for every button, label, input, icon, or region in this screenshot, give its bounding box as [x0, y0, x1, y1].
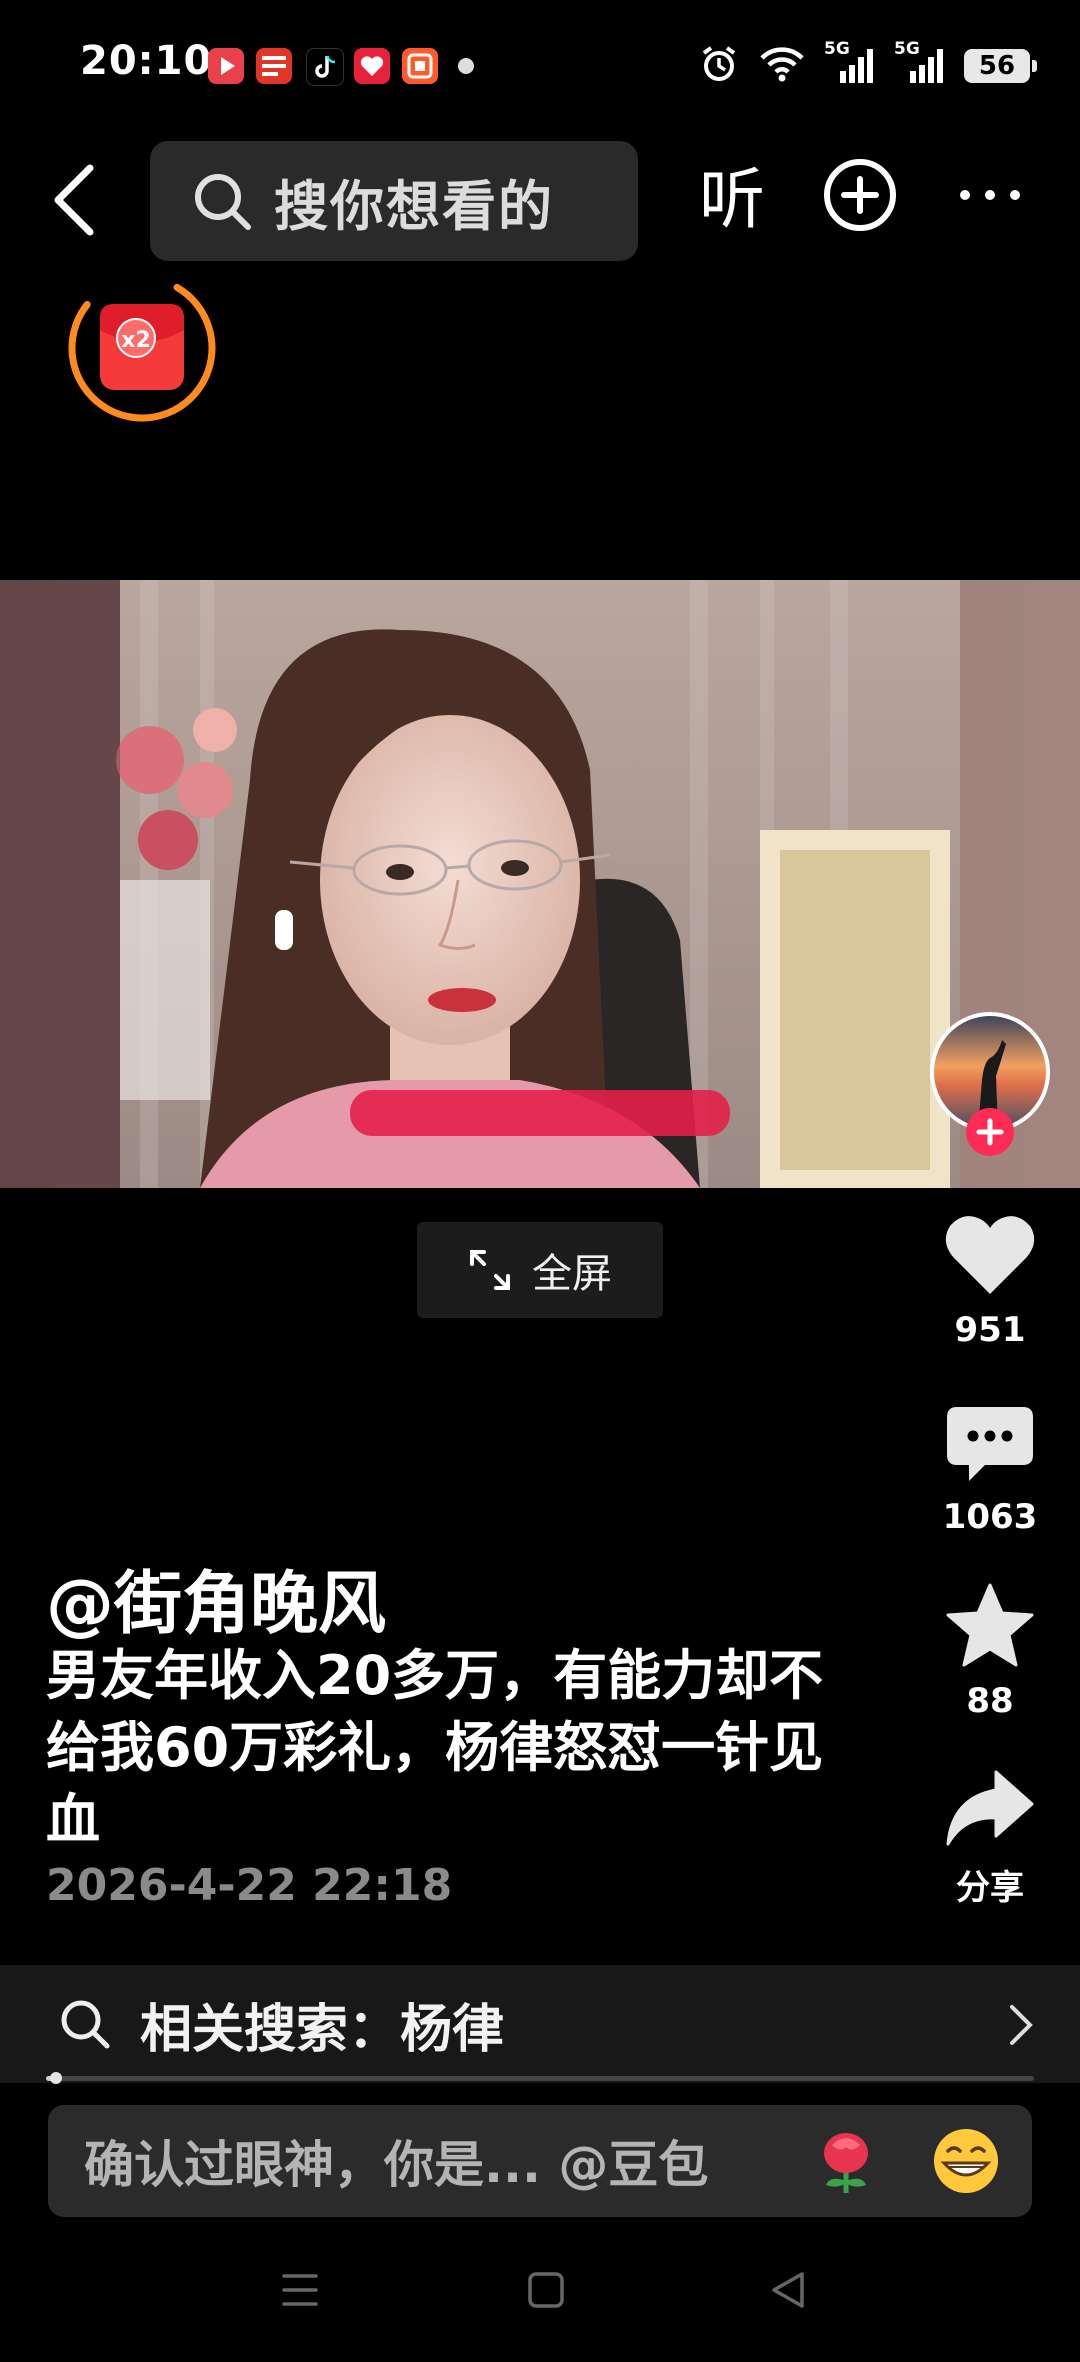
star-icon — [946, 1583, 1034, 1667]
author-name[interactable]: @街角晚风 — [46, 1548, 386, 1647]
playback-progress-bar[interactable] — [46, 2072, 1034, 2084]
favorite-button[interactable]: 88 — [920, 1583, 1060, 1721]
favorite-count: 88 — [966, 1681, 1014, 1721]
status-bar: 20:10 5G 5G 56 — [0, 0, 1080, 130]
recents-button[interactable] — [280, 2270, 320, 2314]
follow-button[interactable] — [966, 1108, 1014, 1156]
system-navigation-bar — [0, 2240, 1080, 2350]
video-description: 男友年收入20多万，有能力却不给我60万彩礼，杨律怒怼一针见血 — [46, 1644, 824, 1851]
red-packet-multiplier: x2 — [121, 328, 151, 353]
fullscreen-label: 全屏 — [532, 1251, 612, 1297]
search-icon — [190, 169, 254, 233]
comment-button[interactable]: 1063 — [920, 1405, 1060, 1537]
playback-progress-knob[interactable] — [49, 2072, 62, 2084]
search-placeholder: 搜你想看的 — [274, 174, 554, 238]
toutiao-icon — [256, 48, 292, 84]
video-frame — [0, 580, 1080, 1188]
search-icon — [58, 1997, 112, 2051]
search-input[interactable]: 搜你想看的 — [150, 141, 638, 261]
listen-button[interactable]: 听 — [690, 150, 774, 250]
more-dots-icon — [960, 190, 1020, 200]
plus-icon — [976, 1118, 1004, 1146]
video-app-icon — [208, 48, 244, 84]
status-right-icons: 5G 5G 56 — [698, 39, 1037, 90]
square-icon — [528, 2272, 564, 2308]
more-notifications-dot — [458, 58, 474, 74]
fullscreen-button[interactable]: 全屏 — [417, 1222, 663, 1318]
add-button[interactable] — [820, 155, 900, 235]
grin-emoji-button[interactable] — [928, 2123, 1004, 2199]
home-button[interactable] — [526, 2270, 566, 2314]
grinning-face-icon — [934, 2129, 998, 2193]
video-player[interactable] — [0, 580, 1080, 1188]
share-button[interactable]: 分享 — [920, 1768, 1060, 1909]
related-search-bar[interactable]: 相关搜索：杨律 — [0, 1965, 1080, 2083]
heart-icon — [945, 1216, 1035, 1294]
alarm-icon — [698, 43, 740, 89]
expand-icon — [470, 1250, 510, 1290]
comment-input[interactable]: 确认过眼神，你是... @豆包 — [48, 2105, 1032, 2217]
signal-icon-sim2: 5G — [894, 39, 946, 87]
menu-lines-icon — [282, 2274, 318, 2306]
share-arrow-icon — [946, 1770, 1034, 1846]
post-timestamp: 2026-4-22 22:18 — [46, 1860, 453, 1911]
author-avatar[interactable] — [928, 1010, 1052, 1170]
signal-icon-sim1: 5G — [824, 39, 876, 87]
triangle-back-icon — [772, 2272, 804, 2308]
plus-circle-icon — [824, 159, 896, 231]
status-time: 20:10 — [80, 38, 213, 84]
red-packet-reward-button[interactable]: x2 — [62, 268, 222, 428]
rose-emoji-button[interactable] — [808, 2123, 884, 2199]
back-nav-button[interactable] — [768, 2270, 808, 2314]
battery-indicator: 56 — [964, 49, 1037, 83]
related-search-label: 相关搜索：杨律 — [140, 1999, 505, 2060]
chevron-right-icon — [1006, 2003, 1034, 2051]
tiktok-icon — [306, 48, 344, 86]
like-button[interactable]: 951 — [920, 1212, 1060, 1350]
taobao-icon — [402, 48, 438, 84]
comment-placeholder: 确认过眼神，你是... @豆包 — [84, 2136, 709, 2194]
more-button[interactable] — [955, 175, 1025, 215]
douyu-icon — [354, 48, 390, 84]
rose-icon — [824, 2133, 868, 2193]
like-count: 951 — [954, 1310, 1026, 1350]
chevron-left-icon — [54, 164, 94, 236]
comment-bubble-icon — [947, 1407, 1033, 1481]
wifi-icon — [758, 44, 806, 88]
share-label: 分享 — [956, 1868, 1024, 1908]
comment-count: 1063 — [942, 1497, 1038, 1537]
back-button[interactable] — [40, 150, 120, 250]
